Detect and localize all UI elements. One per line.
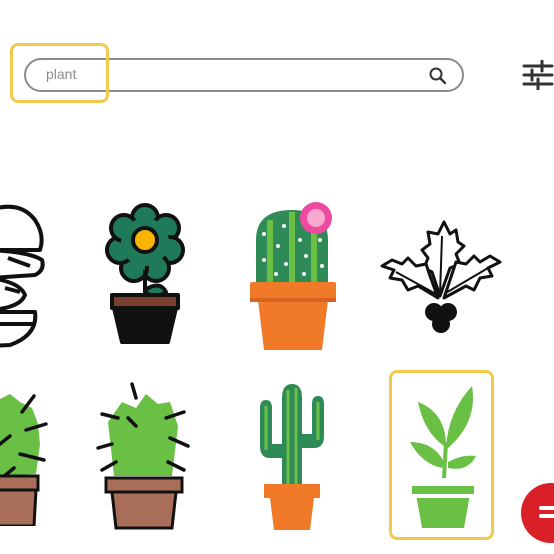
holly-leaves-icon xyxy=(380,220,502,333)
filter-sliders-icon[interactable] xyxy=(522,60,554,90)
outline-potted-plant-icon xyxy=(0,204,45,348)
icon-result-spiky-cactus[interactable] xyxy=(96,382,192,532)
icon-result-flower-pot[interactable] xyxy=(100,200,186,352)
saguaro-cactus-icon xyxy=(260,384,324,530)
icon-result-holly[interactable] xyxy=(378,216,506,336)
search-term-highlight xyxy=(10,43,109,103)
icon-result-cactus-flower[interactable] xyxy=(248,200,338,352)
icon-result-outline-plant[interactable] xyxy=(0,200,50,352)
cactus-with-pink-flower-icon xyxy=(250,202,336,350)
round-cactus-icon xyxy=(0,394,48,526)
icon-result-saguaro[interactable] xyxy=(256,380,328,532)
floating-action-button[interactable] xyxy=(521,483,554,543)
flower-pot-icon xyxy=(105,203,185,344)
icon-result-round-cactus[interactable] xyxy=(0,384,48,526)
icon-result-sprout[interactable] xyxy=(404,382,482,532)
spiky-cactus-pot-icon xyxy=(96,382,190,530)
search-icon[interactable] xyxy=(428,66,448,86)
menu-icon xyxy=(539,506,554,518)
green-sprout-pot-icon xyxy=(410,386,476,528)
